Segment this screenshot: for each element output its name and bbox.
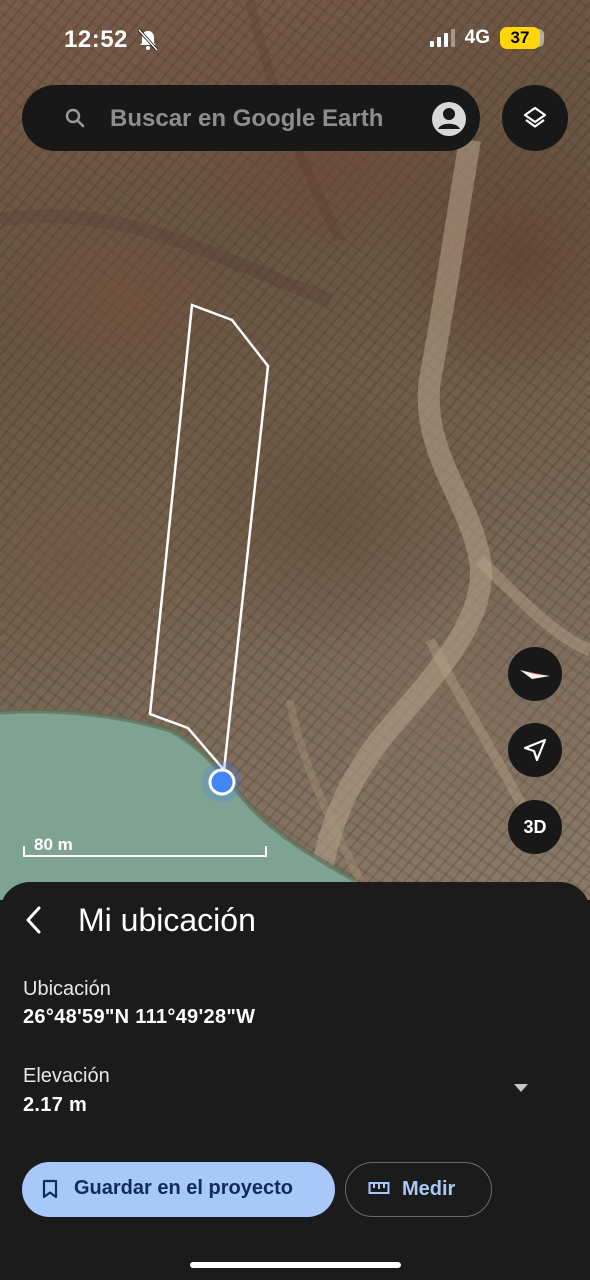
3d-toggle-button[interactable]: 3D — [508, 800, 562, 854]
status-time: 12:52 — [64, 26, 128, 53]
search-bar[interactable]: Buscar en Google Earth — [22, 85, 480, 151]
search-input[interactable]: Buscar en Google Earth — [110, 105, 383, 133]
compass-icon — [520, 670, 550, 679]
location-label: Ubicación — [23, 978, 111, 1000]
bell-slash-icon — [138, 29, 158, 51]
ruler-icon — [368, 1182, 390, 1194]
signal-icon — [429, 29, 455, 47]
panel-title: Mi ubicación — [78, 902, 256, 938]
layers-icon — [523, 106, 547, 128]
account-icon[interactable] — [430, 100, 468, 138]
measure-button[interactable]: Medir — [345, 1162, 492, 1217]
my-location-button[interactable] — [508, 723, 562, 777]
elevation-label: Elevación — [23, 1065, 110, 1087]
map-view[interactable]: 12:52 4G 37 Buscar en Google Earth 3D 80… — [0, 0, 590, 900]
back-button[interactable] — [16, 902, 52, 938]
save-to-project-label: Guardar en el proyecto — [74, 1177, 293, 1199]
bookmark-icon — [42, 1179, 58, 1199]
save-to-project-button[interactable]: Guardar en el proyecto — [22, 1162, 335, 1217]
location-panel: Mi ubicación Ubicación 26°48'59"N 111°49… — [0, 882, 590, 1280]
battery-icon: 37 — [500, 27, 540, 49]
compass-button[interactable] — [508, 647, 562, 701]
drawn-polygon — [148, 303, 270, 774]
scale-bar — [23, 846, 267, 857]
elevation-value: 2.17 m — [23, 1094, 88, 1116]
status-indicators: 4G 37 — [429, 27, 540, 49]
network-type: 4G — [464, 27, 490, 48]
current-location-dot — [208, 768, 236, 796]
back-arrow-icon — [26, 906, 41, 934]
chevron-down-icon[interactable] — [514, 1084, 528, 1092]
search-icon — [65, 108, 85, 128]
layers-button[interactable] — [502, 85, 568, 151]
location-value: 26°48'59"N 111°49'28"W — [23, 1006, 256, 1028]
measure-label: Medir — [402, 1178, 456, 1200]
navigation-arrow-icon — [523, 738, 547, 762]
home-indicator[interactable] — [190, 1262, 401, 1268]
